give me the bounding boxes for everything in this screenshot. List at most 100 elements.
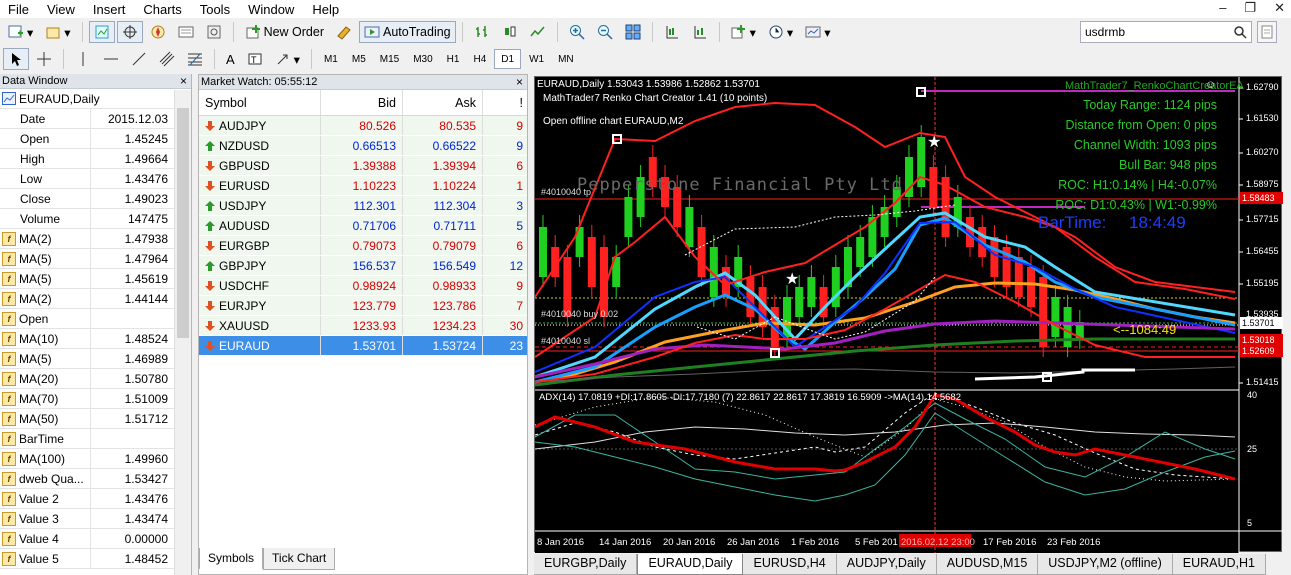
restore-icon[interactable]: ❐	[1244, 0, 1256, 16]
market-watch-toggle[interactable]	[88, 21, 115, 43]
search-input[interactable]: usdrmb	[1085, 25, 1125, 39]
market-watch-row-gbpusd[interactable]: GBPUSD 1.39388 1.39394 6	[199, 156, 527, 176]
close-icon[interactable]: ×	[180, 74, 187, 88]
data-window-row: f MA(100) 1.49960	[0, 449, 191, 469]
tab-symbols[interactable]: Symbols	[199, 548, 264, 570]
periods-button[interactable]: ▾	[763, 21, 798, 43]
chart-tab[interactable]: EURUSD,H4	[743, 554, 837, 575]
search-icon[interactable]	[1233, 25, 1247, 39]
scrollbar-thumb[interactable]	[177, 108, 189, 338]
menu-insert[interactable]: Insert	[85, 2, 136, 17]
data-window-row: Volume 147475	[0, 209, 191, 229]
arrows-button[interactable]: ▾	[270, 48, 305, 70]
timeframe-m5[interactable]: M5	[346, 49, 372, 69]
market-watch-row-xauusd[interactable]: XAUUSD 1233.93 1234.23 30	[199, 316, 527, 336]
chart-tab[interactable]: AUDUSD,M15	[936, 554, 1039, 575]
market-watch-row-usdjpy[interactable]: USDJPY 112.301 112.304 3	[199, 196, 527, 216]
chart-shift-button[interactable]	[659, 21, 685, 43]
col-symbol[interactable]: Symbol	[199, 90, 321, 115]
candle-body	[685, 207, 694, 247]
zoom-out-button[interactable]	[592, 21, 618, 43]
chart-tab[interactable]: EURAUD,H1	[1172, 554, 1267, 575]
timeframe-m15[interactable]: M15	[374, 49, 405, 69]
market-watch-panel: Market Watch: 05:55:12 × Symbol Bid Ask …	[198, 74, 528, 575]
price-axis-label: 1.58975	[1246, 179, 1279, 189]
horizontal-line-button[interactable]	[98, 48, 124, 70]
tab-tick-chart[interactable]: Tick Chart	[263, 548, 336, 570]
menu-window[interactable]: Window	[240, 2, 304, 17]
crosshair-button[interactable]	[31, 48, 57, 70]
chart-area-scrollbar[interactable]	[1284, 74, 1291, 554]
market-watch-row-audjpy[interactable]: AUDJPY 80.526 80.535 9	[199, 116, 527, 136]
indicators-button[interactable]: ▾	[726, 21, 761, 43]
market-watch-row-eurjpy[interactable]: EURJPY 123.779 123.786 7	[199, 296, 527, 316]
timeframe-m30[interactable]: M30	[407, 49, 438, 69]
auto-scroll-button[interactable]	[687, 21, 713, 43]
navigator-toggle[interactable]	[145, 21, 171, 43]
terminal-toggle[interactable]	[173, 21, 199, 43]
col-ask[interactable]: Ask	[403, 90, 483, 115]
zoom-in-button[interactable]	[564, 21, 590, 43]
new-chart-button[interactable]: ▾	[3, 21, 38, 43]
chart-tab[interactable]: EURGBP,Daily	[534, 554, 638, 575]
chart-tab[interactable]: USDJPY,M2 (offline)	[1038, 554, 1173, 575]
menu-file[interactable]: File	[0, 2, 39, 17]
buy-line-label[interactable]: #4010040 buy 0.02	[541, 309, 618, 319]
col-spread[interactable]: !	[483, 90, 527, 115]
arrow-down-icon	[205, 120, 215, 131]
fibonacci-button[interactable]	[182, 48, 208, 70]
market-watch-row-euraud[interactable]: EURAUD 1.53701 1.53724 23	[199, 336, 527, 356]
tp-line-label[interactable]: #4010040 tp	[541, 187, 591, 197]
line-chart-button[interactable]	[525, 21, 551, 43]
new-order-button[interactable]: New Order	[240, 21, 329, 43]
data-window-toggle[interactable]	[116, 21, 143, 43]
timeframe-m1[interactable]: M1	[318, 49, 344, 69]
community-button[interactable]	[1257, 21, 1277, 43]
text-button[interactable]: A	[221, 48, 240, 70]
text-label-button[interactable]: T	[242, 48, 268, 70]
symbol-name: AUDJPY	[219, 118, 267, 133]
tile-windows-button[interactable]	[620, 21, 646, 43]
col-bid[interactable]: Bid	[321, 90, 403, 115]
symbol-name: USDCHF	[219, 278, 269, 293]
templates-button[interactable]: ▾	[800, 21, 835, 43]
channel-button[interactable]	[154, 48, 180, 70]
market-watch-row-eurusd[interactable]: EURUSD 1.10223 1.10224 1	[199, 176, 527, 196]
menu-tools[interactable]: Tools	[192, 2, 240, 17]
timeframe-d1[interactable]: D1	[494, 49, 522, 69]
market-watch-row-gbpjpy[interactable]: GBPJPY 156.537 156.549 12	[199, 256, 527, 276]
close-icon[interactable]: ×	[516, 75, 523, 89]
indicator-function-icon: f	[2, 531, 16, 546]
chart-tab[interactable]: EURAUD,Daily	[637, 554, 744, 575]
strategy-tester-toggle[interactable]	[201, 21, 227, 43]
timeframe-h1[interactable]: H1	[441, 49, 466, 69]
chart-window[interactable]: ★ ★ EURAUD,Daily 1.53043 1.53986 1.52862…	[534, 76, 1283, 553]
profiles-button[interactable]: ▾	[40, 21, 75, 43]
market-watch-row-eurgbp[interactable]: EURGBP 0.79073 0.79079 6	[199, 236, 527, 256]
market-watch-column-headers: Symbol Bid Ask !	[199, 90, 527, 116]
auto-trading-button[interactable]: AutoTrading	[359, 21, 456, 43]
data-window-scrollbar[interactable]	[174, 90, 191, 575]
trendline-button[interactable]	[126, 48, 152, 70]
menu-help[interactable]: Help	[304, 2, 349, 17]
search-field[interactable]: usdrmb	[1080, 21, 1252, 43]
candlestick-button[interactable]	[497, 21, 523, 43]
vertical-line-button[interactable]	[70, 48, 96, 70]
minimize-icon[interactable]: –	[1219, 0, 1226, 16]
meta-editor-button[interactable]	[331, 21, 357, 43]
bar-chart-button[interactable]	[469, 21, 495, 43]
market-watch-row-nzdusd[interactable]: NZDUSD 0.66513 0.66522 9	[199, 136, 527, 156]
market-watch-row-usdchf[interactable]: USDCHF 0.98924 0.98933 9	[199, 276, 527, 296]
timeframe-mn[interactable]: MN	[552, 49, 580, 69]
menu-charts[interactable]: Charts	[135, 2, 191, 17]
timeframe-h4[interactable]: H4	[467, 49, 492, 69]
chart-tab[interactable]: AUDJPY,Daily	[836, 554, 937, 575]
close-icon[interactable]: ✕	[1274, 0, 1285, 16]
menu-view[interactable]: View	[39, 2, 85, 17]
market-watch-row-audusd[interactable]: AUDUSD 0.71706 0.71711 5	[199, 216, 527, 236]
sl-line-label[interactable]: #4010040 sl	[541, 336, 590, 346]
indicator-function-icon: f	[2, 391, 16, 406]
timeframe-w1[interactable]: W1	[523, 49, 550, 69]
cursor-button[interactable]	[3, 48, 29, 70]
offline-chart-label[interactable]: Open offline chart EURAUD,M2	[543, 116, 683, 127]
